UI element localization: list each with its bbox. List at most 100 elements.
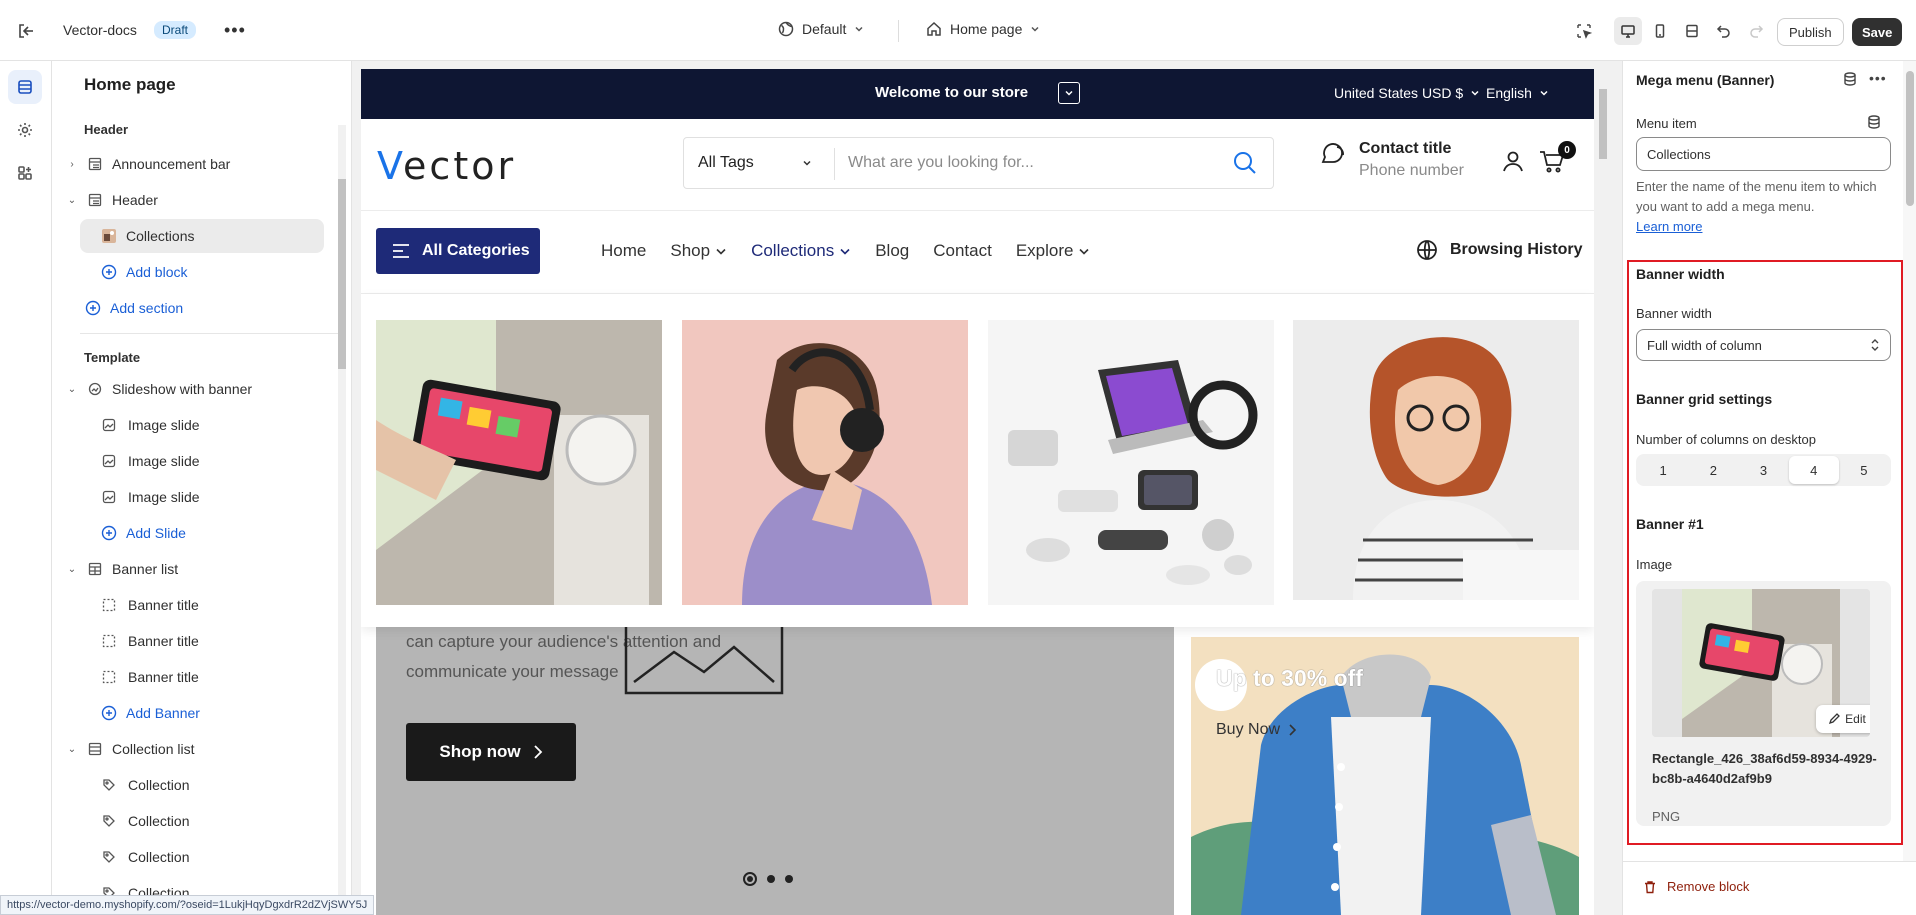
add-section-button[interactable]: Add section: [84, 291, 183, 325]
buy-now-link[interactable]: Buy Now: [1216, 721, 1297, 739]
sidebar-item-banner-title[interactable]: Banner title: [100, 660, 199, 694]
more-actions-button[interactable]: •••: [224, 20, 246, 41]
fullscreen-icon[interactable]: [1678, 17, 1706, 45]
section-icon: [86, 191, 104, 209]
scrollbar-thumb[interactable]: [1599, 89, 1607, 159]
outline-scrollbar[interactable]: [336, 113, 348, 903]
nav-explore[interactable]: Explore: [1016, 241, 1091, 261]
edit-image-button[interactable]: Edit: [1816, 705, 1870, 733]
slide-dot[interactable]: [785, 875, 793, 883]
chevron-down-icon[interactable]: ⌄: [66, 564, 78, 575]
chevron-down-icon[interactable]: [1058, 82, 1080, 104]
columns-option[interactable]: 3: [1738, 456, 1788, 484]
columns-option[interactable]: 5: [1839, 456, 1889, 484]
settings-gear-icon[interactable]: [8, 113, 42, 147]
chevron-right-icon[interactable]: ›: [66, 159, 78, 170]
redo-icon[interactable]: [1742, 17, 1770, 45]
menu-item-input[interactable]: Collections: [1636, 137, 1891, 171]
nav-shop[interactable]: Shop: [670, 241, 727, 261]
save-button[interactable]: Save: [1852, 18, 1903, 46]
sidebar-item-label: Collection: [128, 813, 190, 829]
plus-circle-icon: [100, 524, 118, 542]
chevron-down-icon[interactable]: ⌄: [66, 195, 78, 206]
chevron-down-icon[interactable]: ⌄: [66, 384, 78, 395]
all-categories-button[interactable]: All Categories: [376, 228, 540, 274]
language-selector[interactable]: English: [1486, 85, 1549, 101]
sidebar-item-collection[interactable]: Collection: [100, 804, 189, 838]
page-selector[interactable]: Home page: [926, 21, 1040, 37]
block-settings-panel: Mega menu (Banner) ••• Menu item Collect…: [1622, 61, 1916, 915]
mobile-view-icon[interactable]: [1646, 17, 1674, 45]
sidebar-item-collection[interactable]: Collection: [100, 840, 189, 874]
sidebar-item-image-slide[interactable]: Image slide: [100, 408, 200, 442]
sections-icon[interactable]: [8, 70, 42, 104]
database-icon[interactable]: [1843, 72, 1857, 89]
chevron-down-icon: [1031, 26, 1039, 32]
settings-footer: Remove block: [1623, 861, 1916, 915]
sidebar-item-image-slide[interactable]: Image slide: [100, 480, 200, 514]
columns-option[interactable]: 2: [1688, 456, 1738, 484]
shop-now-button[interactable]: Shop now: [406, 723, 576, 781]
user-icon[interactable]: [1501, 149, 1525, 176]
sidebar-item-collection[interactable]: Collection: [100, 768, 189, 802]
banner-width-label: Banner width: [1636, 306, 1712, 321]
add-block-button[interactable]: Add block: [100, 255, 187, 289]
sidebar-item-banner-list[interactable]: ⌄ Banner list: [66, 552, 178, 586]
mega-banner-image-gadgets[interactable]: [988, 320, 1274, 605]
add-banner-button[interactable]: Add Banner: [100, 696, 200, 730]
desktop-view-icon[interactable]: [1614, 17, 1642, 45]
exit-icon[interactable]: [14, 19, 38, 43]
search-input[interactable]: What are you looking for...: [848, 154, 1034, 172]
scrollbar-thumb[interactable]: [1906, 71, 1914, 206]
preview-scrollbar[interactable]: [1596, 69, 1610, 915]
apps-icon[interactable]: [8, 156, 42, 190]
columns-option[interactable]: 1: [1638, 456, 1688, 484]
nav-home[interactable]: Home: [601, 241, 646, 261]
browsing-history-link[interactable]: Browsing History: [1416, 239, 1582, 261]
nav-contact[interactable]: Contact: [933, 241, 992, 261]
mega-banner-image-headphones[interactable]: [682, 320, 968, 605]
sidebar-item-banner-title[interactable]: Banner title: [100, 588, 199, 622]
nav-collections[interactable]: Collections: [751, 241, 851, 261]
menu-item-help: Enter the name of the menu item to which…: [1636, 177, 1894, 237]
preview-canvas: Welcome to our store United States USD $…: [352, 61, 1622, 915]
nav-blog[interactable]: Blog: [875, 241, 909, 261]
slide-dot[interactable]: [767, 875, 775, 883]
nav-explore-label: Explore: [1015, 241, 1074, 260]
promo-banner[interactable]: Up to 30% off Buy Now: [1191, 637, 1579, 915]
slide-dot-active[interactable]: [743, 872, 757, 886]
sidebar-item-slideshow[interactable]: ⌄ Slideshow with banner: [66, 372, 252, 406]
search-category-select[interactable]: All Tags: [698, 154, 812, 172]
tag-icon: [100, 848, 118, 866]
inspector-icon[interactable]: [1570, 17, 1598, 45]
undo-icon[interactable]: [1710, 17, 1738, 45]
sidebar-item-image-slide[interactable]: Image slide: [100, 444, 200, 478]
scrollbar-thumb[interactable]: [338, 179, 346, 369]
mega-banner-image-woman[interactable]: [1293, 320, 1579, 600]
columns-option-selected[interactable]: 4: [1788, 456, 1839, 484]
dynamic-source-icon[interactable]: [1867, 115, 1881, 132]
sidebar-item-header[interactable]: ⌄ Header: [66, 183, 158, 217]
image-preview[interactable]: Edit: [1652, 589, 1870, 737]
contact-block[interactable]: Contact title Phone number: [1319, 140, 1464, 180]
divider: [361, 210, 1594, 211]
theme-selector[interactable]: Default: [778, 21, 864, 37]
sidebar-item-label: Collections: [126, 228, 195, 244]
globe-icon: [1417, 240, 1437, 260]
settings-scrollbar[interactable]: [1903, 61, 1916, 861]
publish-button[interactable]: Publish: [1777, 18, 1844, 46]
mega-banner-image-phone[interactable]: [376, 320, 662, 605]
search-icon[interactable]: [1232, 150, 1258, 179]
sidebar-item-collection-list[interactable]: ⌄ Collection list: [66, 732, 195, 766]
add-slide-button[interactable]: Add Slide: [100, 516, 186, 550]
remove-block-button[interactable]: Remove block: [1643, 879, 1749, 894]
store-logo[interactable]: Vector: [377, 144, 516, 188]
more-horizontal-icon[interactable]: •••: [1869, 71, 1887, 89]
learn-more-link[interactable]: Learn more: [1636, 219, 1702, 234]
chevron-down-icon[interactable]: ⌄: [66, 744, 78, 755]
sidebar-item-banner-title[interactable]: Banner title: [100, 624, 199, 658]
currency-selector[interactable]: United States USD $: [1334, 85, 1480, 101]
sidebar-item-collections[interactable]: Collections: [100, 219, 194, 253]
banner-width-select[interactable]: Full width of column: [1636, 329, 1891, 361]
sidebar-item-announcement-bar[interactable]: › Announcement bar: [66, 147, 230, 181]
